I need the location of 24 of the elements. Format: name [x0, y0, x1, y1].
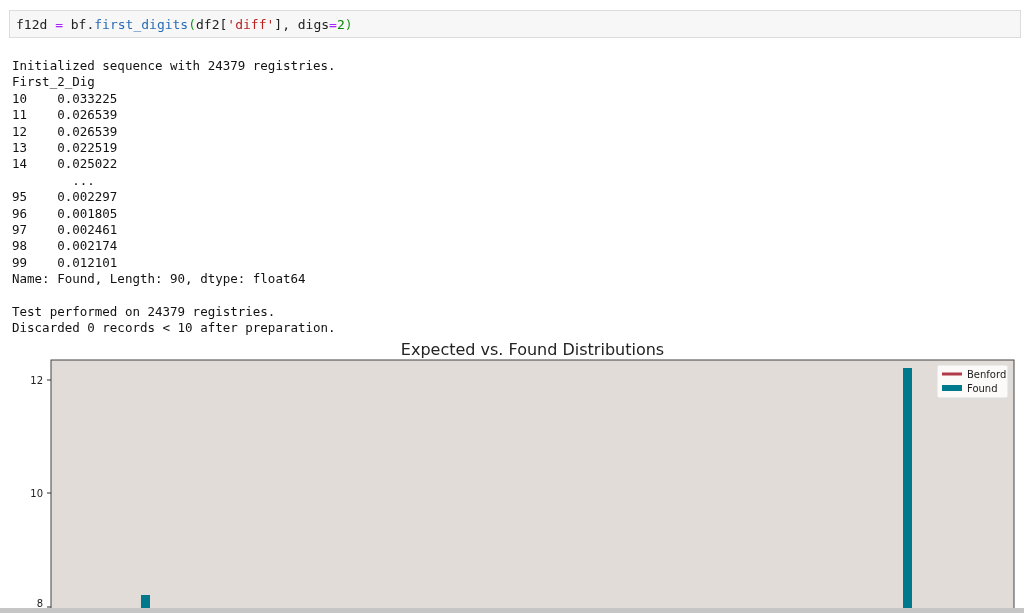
- output-line: Discarded 0 records < 10 after preparation.: [12, 320, 336, 336]
- y-tick-label: 10: [30, 488, 43, 499]
- output-line: 98 0.002174: [12, 238, 118, 254]
- output-line: 97 0.002461: [12, 221, 118, 237]
- output-line: Initialized sequence with 24379 registries.: [12, 58, 336, 73]
- output-line: First_2_Dig: [12, 74, 95, 90]
- output-line: Test performed on 24379 registries.: [12, 303, 276, 319]
- y-tick-label: 12: [30, 375, 43, 386]
- output-line: 96 0.001805: [12, 205, 118, 221]
- y-tick-label: 8: [36, 598, 43, 608]
- output-line: 13 0.022519: [12, 139, 118, 155]
- output-line: ...: [71, 172, 95, 188]
- output-line: 11 0.026539: [12, 107, 118, 123]
- code-cell[interactable]: f12d = bf.first_digits(df2['diff'], digs=2): [9, 10, 1021, 38]
- output-line: 10 0.033225: [12, 90, 118, 106]
- output-line: 99 0.012101: [12, 254, 118, 270]
- output-line: 12 0.026539: [12, 123, 118, 139]
- output-line: 14 0.025022: [12, 156, 118, 172]
- legend-label: Found: [967, 383, 998, 394]
- legend-label: Benford: [967, 369, 1007, 380]
- chart-title: Expected vs. Found Distributions: [400, 340, 665, 359]
- output-line: Name: Found, Length: 90, dtype: float64: [12, 271, 306, 287]
- bar: [141, 595, 150, 608]
- output-line: 95 0.002297: [12, 189, 118, 205]
